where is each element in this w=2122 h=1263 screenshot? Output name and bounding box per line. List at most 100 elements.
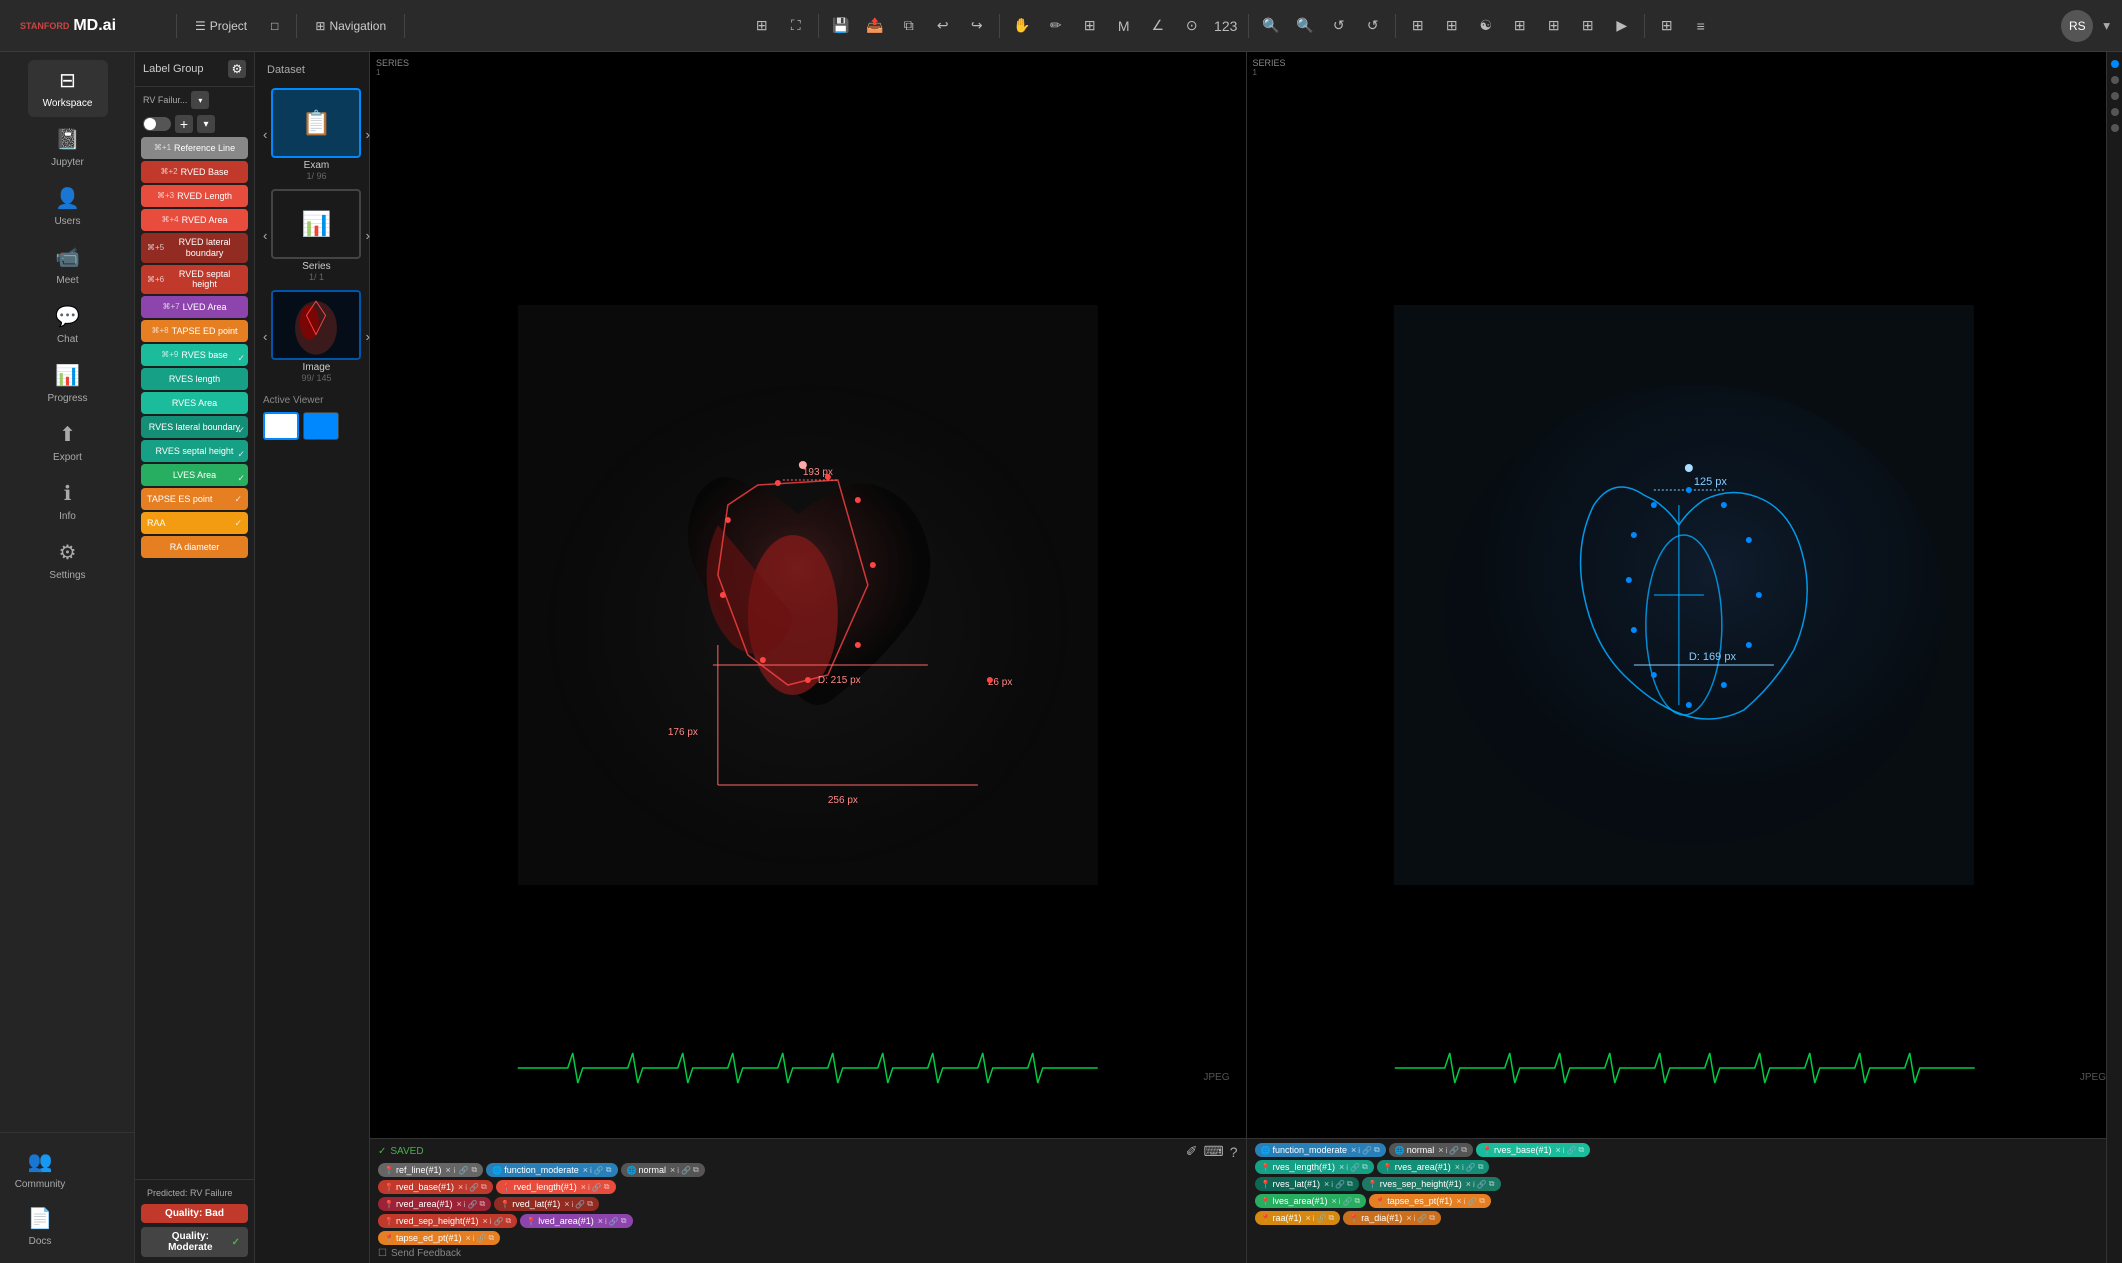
tag-rves-length-r1[interactable]: 📍 rves_length(#1) × i 🔗 ⧉ [1255, 1160, 1374, 1174]
tag-close-btn[interactable]: × [670, 1165, 675, 1175]
tag-link-btn[interactable]: 🔗 [459, 1166, 469, 1175]
right-viewer[interactable]: SERIES 1 [1247, 52, 2122, 1138]
tag-link-btn[interactable]: 🔗 [1567, 1146, 1577, 1155]
rv-chevron-button[interactable]: ▾ [191, 91, 209, 109]
draw-button[interactable]: ✏ [1040, 10, 1072, 42]
sidebar-item-users[interactable]: 👤 Users [28, 178, 108, 235]
tag-info-btn[interactable]: i [1563, 1146, 1565, 1155]
label-lved-area[interactable]: ⌘+7 LVED Area [141, 296, 248, 318]
tag-info-btn[interactable]: i [605, 1217, 607, 1226]
tag-copy-btn[interactable]: ⧉ [506, 1216, 512, 1226]
avatar[interactable]: RS [2061, 10, 2093, 42]
tag-rves-sep-height-r1[interactable]: 📍 rves_sep_height(#1) × i 🔗 ⧉ [1362, 1177, 1501, 1191]
viewer-thumb-right[interactable] [303, 412, 339, 440]
tag-info-btn[interactable]: i [490, 1217, 492, 1226]
grid-view-button[interactable]: ⊞ [1074, 10, 1106, 42]
tag-copy-btn[interactable]: ⧉ [472, 1165, 478, 1175]
help-button[interactable]: ? [1230, 1143, 1238, 1160]
scroll-dot-2[interactable] [2111, 76, 2119, 84]
tag-rves-area-r1[interactable]: 📍 rves_area(#1) × i 🔗 ⧉ [1377, 1160, 1490, 1174]
series-prev-button[interactable]: ‹ [263, 228, 267, 243]
tag-ra-dia-r1[interactable]: 📍 ra_dia(#1) × i 🔗 ⧉ [1343, 1211, 1441, 1225]
sidebar-item-workspace[interactable]: ⊟ Workspace [28, 60, 108, 117]
tag-rves-base-r1[interactable]: 📍 rves_base(#1) × i 🔗 ⧉ [1476, 1143, 1590, 1157]
save-button[interactable]: 💾 [825, 10, 857, 42]
colormap-button[interactable]: ☯ [1470, 10, 1502, 42]
tag-link-btn[interactable]: 🔗 [594, 1166, 604, 1175]
sidebar-item-jupyter[interactable]: 📓 Jupyter [28, 119, 108, 176]
tag-normal-r1[interactable]: 🌐 normal × i 🔗 ⧉ [1389, 1143, 1473, 1157]
label-lves-area[interactable]: LVES Area ✓ [141, 464, 248, 486]
tag-close-btn[interactable]: × [483, 1216, 488, 1226]
tag-info-btn[interactable]: i [1331, 1180, 1333, 1189]
tag-info-btn[interactable]: i [1413, 1214, 1415, 1223]
scroll-dot-1[interactable] [2111, 60, 2119, 68]
add-label-button[interactable]: + [175, 115, 193, 133]
label-rved-length[interactable]: ⌘+3 RVED Length [141, 185, 248, 207]
tag-close-btn[interactable]: × [457, 1199, 462, 1209]
viewer-thumb-left[interactable] [263, 412, 299, 440]
tag-info-btn[interactable]: i [677, 1166, 679, 1175]
tag-link-btn[interactable]: 🔗 [469, 1183, 479, 1192]
tag-info-btn[interactable]: i [454, 1166, 456, 1175]
label-button[interactable]: 123 [1210, 10, 1242, 42]
tag-info-btn[interactable]: i [1313, 1214, 1315, 1223]
sync-button[interactable]: ⊞ [1651, 10, 1683, 42]
tag-info-btn[interactable]: i [464, 1200, 466, 1209]
tag-rved-sep-height-1[interactable]: 📍 rved_sep_height(#1) × i 🔗 ⧉ [378, 1214, 517, 1228]
annotation-button[interactable]: ✐ [1186, 1143, 1198, 1160]
tag-copy-btn[interactable]: ⧉ [1362, 1162, 1368, 1172]
tag-copy-btn[interactable]: ⧉ [1355, 1196, 1361, 1206]
tag-close-btn[interactable]: × [446, 1165, 451, 1175]
tag-close-btn[interactable]: × [1351, 1145, 1356, 1155]
sidebar-item-settings[interactable]: ⚙ Settings [28, 532, 108, 589]
tag-raa-r1[interactable]: 📍 raa(#1) × i 🔗 ⧉ [1255, 1211, 1341, 1225]
tag-close-btn[interactable]: × [1339, 1162, 1344, 1172]
redo-button[interactable]: ↪ [961, 10, 993, 42]
tag-link-btn[interactable]: 🔗 [681, 1166, 691, 1175]
tag-info-btn[interactable]: i [1464, 1197, 1466, 1206]
tag-info-btn[interactable]: i [1446, 1146, 1448, 1155]
keyboard-button[interactable]: ⌨ [1203, 1143, 1223, 1160]
tag-close-btn[interactable]: × [1466, 1179, 1471, 1189]
label-rved-base[interactable]: ⌘+2 RVED Base [141, 161, 248, 183]
tag-function-moderate-r1[interactable]: 🌐 function_moderate × i 🔗 ⧉ [1255, 1143, 1386, 1157]
tag-link-btn[interactable]: 🔗 [609, 1217, 619, 1226]
play-button[interactable]: ▶ [1606, 10, 1638, 42]
tag-info-btn[interactable]: i [590, 1166, 592, 1175]
label-rved-lat[interactable]: ⌘+5 RVED lateral boundary [141, 233, 248, 263]
tag-close-btn[interactable]: × [1332, 1196, 1337, 1206]
sidebar-item-docs[interactable]: 📄 Docs [0, 1198, 80, 1255]
tag-tapse-ed-1[interactable]: 📍 tapse_ed_pt(#1) × i 🔗 ⧉ [378, 1231, 500, 1245]
tag-link-btn[interactable]: 🔗 [1350, 1163, 1360, 1172]
layout-grid-button[interactable]: ⊞ [746, 10, 778, 42]
tag-lved-area-1[interactable]: 📍 lved_area(#1) × i 🔗 ⧉ [520, 1214, 632, 1228]
layers-button[interactable]: ≡ [1685, 10, 1717, 42]
tag-info-btn[interactable]: i [473, 1234, 475, 1243]
tag-info-btn[interactable]: i [1358, 1146, 1360, 1155]
tag-link-btn[interactable]: 🔗 [1362, 1146, 1372, 1155]
series-thumbnail[interactable]: 📊 [271, 189, 361, 259]
scroll-dot-4[interactable] [2111, 108, 2119, 116]
label-rves-length[interactable]: RVES length [141, 368, 248, 390]
sidebar-item-meet[interactable]: 📹 Meet [28, 237, 108, 294]
label-ref-line[interactable]: ⌘+1 Reference Line [141, 137, 248, 159]
tag-info-btn[interactable]: i [465, 1183, 467, 1192]
tag-copy-btn[interactable]: ⧉ [1461, 1145, 1467, 1155]
tag-copy-btn[interactable]: ⧉ [1478, 1162, 1484, 1172]
tag-link-btn[interactable]: 🔗 [575, 1200, 585, 1209]
tag-info-btn[interactable]: i [1339, 1197, 1341, 1206]
label-rves-base[interactable]: ⌘+9 RVES base ✓ [141, 344, 248, 366]
scroll-dot-3[interactable] [2111, 92, 2119, 100]
navigation-button[interactable]: ⊞ Navigation [305, 10, 396, 42]
tag-ref-line-1[interactable]: 📍 ref_line(#1) × i 🔗 ⧉ [378, 1163, 483, 1177]
measure-button[interactable]: M [1108, 10, 1140, 42]
overlay-button[interactable]: ⊞ [1402, 10, 1434, 42]
tag-normal-1[interactable]: 🌐 normal × i 🔗 ⧉ [621, 1163, 705, 1177]
tag-link-btn[interactable]: 🔗 [1466, 1163, 1476, 1172]
label-tapse-es[interactable]: TAPSE ES point ✓ [141, 488, 248, 510]
tag-rved-length-1[interactable]: 📍 rved_length(#1) × i 🔗 ⧉ [496, 1180, 616, 1194]
tag-link-btn[interactable]: 🔗 [1417, 1214, 1427, 1223]
tag-function-moderate-1[interactable]: 🌐 function_moderate × i 🔗 ⧉ [486, 1163, 617, 1177]
label-raa[interactable]: RAA ✓ [141, 512, 248, 534]
